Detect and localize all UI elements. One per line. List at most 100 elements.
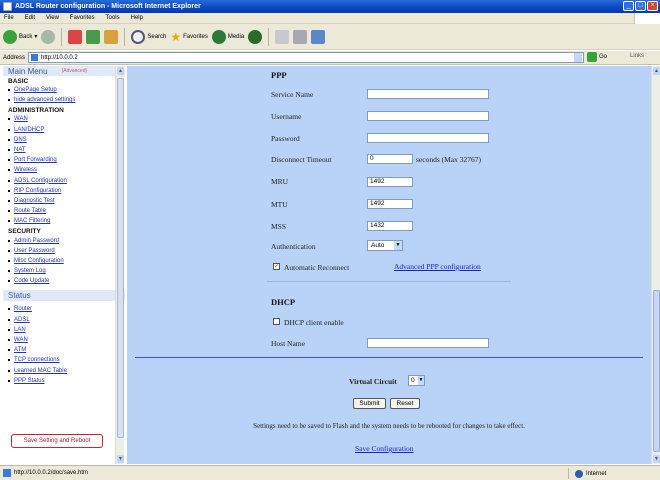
sidebar-item-route-table[interactable]: Route Table	[14, 208, 46, 214]
sidebar-item-lan-dhcp[interactable]: LAN/DHCP	[14, 127, 44, 133]
main-menu-title: Main Menu	[8, 66, 48, 76]
dhcp-header: DHCP	[271, 297, 296, 307]
mail-icon[interactable]	[275, 29, 290, 44]
edit-icon[interactable]	[311, 29, 326, 44]
back-button[interactable]: Back ▾	[3, 29, 37, 44]
links-button[interactable]: Links	[630, 53, 644, 59]
media-button[interactable]: Media	[211, 29, 244, 44]
sidebar-item: Route Table	[8, 206, 125, 216]
close-button[interactable]: ×	[647, 1, 658, 11]
password-input[interactable]	[367, 133, 489, 143]
sidebar-item-atm[interactable]: ATM	[14, 347, 26, 353]
sidebar-scrollbar[interactable]: ▲ ▼	[115, 66, 124, 464]
disconnect-timeout-label: Disconnect Timeout	[271, 155, 332, 164]
bullet-icon	[8, 318, 10, 321]
dhcp-client-checkbox[interactable]	[273, 318, 280, 325]
save-and-reboot-button[interactable]: Save Setting and Reboot	[11, 434, 103, 448]
scroll-down-icon[interactable]: ▼	[653, 455, 660, 463]
address-input[interactable]: http://10.0.0.2	[28, 52, 584, 63]
toolbar-separator	[268, 27, 270, 46]
sidebar-item-code-update[interactable]: Code Update	[14, 278, 49, 284]
authentication-select[interactable]: Auto ▼	[367, 240, 403, 251]
basic-list: OnePage Setup hide advanced settings	[3, 85, 125, 105]
scroll-up-icon[interactable]: ▲	[653, 67, 660, 75]
forward-arrow-icon[interactable]	[41, 29, 56, 44]
mtu-input[interactable]: 1492	[367, 199, 413, 209]
sidebar-item-tcp-connections[interactable]: TCP connections	[14, 357, 60, 363]
bullet-icon	[8, 328, 10, 331]
search-button[interactable]: Search	[131, 29, 166, 44]
sidebar-item-admin-password[interactable]: Admin Password	[14, 238, 59, 244]
host-name-input[interactable]	[367, 338, 489, 348]
sidebar-item-diagnostic-test[interactable]: Diagnostic Test	[14, 198, 55, 204]
auto-reconnect-checkbox[interactable]: ✓	[273, 263, 280, 270]
search-icon	[131, 29, 146, 44]
windows-logo-icon	[634, 13, 660, 24]
mss-input[interactable]: 1432	[367, 221, 413, 231]
sidebar-item-misc-configuration[interactable]: Misc Configuration	[14, 258, 64, 264]
sidebar-item: Misc Configuration	[8, 256, 125, 266]
stop-icon[interactable]	[68, 29, 83, 44]
disconnect-timeout-input[interactable]: 0	[367, 154, 413, 164]
sidebar-item-adsl-configuration[interactable]: ADSL Configuration	[14, 178, 67, 184]
minimize-button[interactable]: _	[623, 1, 634, 11]
sidebar-item-learned-mac-table[interactable]: Learned MAC Table	[14, 368, 67, 374]
history-icon[interactable]	[248, 29, 263, 44]
mru-input[interactable]: 1492	[367, 177, 413, 187]
maximize-button[interactable]: □	[635, 1, 646, 11]
chevron-down-icon: ▼	[394, 241, 402, 250]
sidebar-item-port-forwarding[interactable]: Port Forwarding	[14, 157, 57, 163]
home-icon[interactable]	[104, 29, 119, 44]
sidebar-item-rip-configuration[interactable]: RIP Configuration	[14, 188, 61, 194]
bullet-icon	[8, 179, 10, 182]
menu-help[interactable]: Help	[131, 15, 143, 21]
favorites-button[interactable]: ★ Favorites	[170, 30, 207, 44]
menu-tools[interactable]: Tools	[106, 15, 120, 21]
scroll-thumb[interactable]	[653, 290, 660, 452]
sidebar-item-onepage-setup[interactable]: OnePage Setup	[14, 87, 57, 93]
reset-button[interactable]: Reset	[390, 398, 420, 409]
print-icon[interactable]	[293, 29, 308, 44]
sidebar-item-ppp-status[interactable]: PPP Status	[14, 378, 45, 384]
chevron-down-icon[interactable]	[574, 53, 582, 62]
menu-file[interactable]: File	[4, 15, 14, 21]
virtual-circuit-label: Virtual Circuit	[349, 377, 397, 386]
page-icon	[31, 54, 38, 61]
save-configuration-link[interactable]: Save Configuration	[355, 444, 414, 453]
menu-favorites[interactable]: Favorites	[70, 15, 95, 21]
sidebar-item-router[interactable]: Router	[14, 306, 32, 312]
bullet-icon	[8, 199, 10, 202]
sidebar-item: Port Forwarding	[8, 155, 125, 165]
scroll-thumb[interactable]	[117, 78, 124, 438]
scroll-down-icon[interactable]: ▼	[117, 455, 124, 463]
sidebar-item-dns[interactable]: DNS	[14, 137, 27, 143]
sidebar-item-wireless[interactable]: Wireless	[14, 167, 37, 173]
sidebar-item-mac-filtering[interactable]: MAC Filtering	[14, 218, 50, 224]
sidebar-item-adsl[interactable]: ADSL	[14, 317, 30, 323]
scroll-up-icon[interactable]: ▲	[117, 67, 124, 75]
sidebar-item-hide-advanced[interactable]: hide advanced settings	[14, 97, 75, 103]
sidebar-item: DNS	[8, 135, 125, 145]
service-name-input[interactable]	[367, 89, 489, 99]
virtual-circuit-select[interactable]: 0 ▼	[408, 375, 425, 386]
sidebar-item-user-password[interactable]: User Password	[14, 248, 55, 254]
submit-button[interactable]: Submit	[353, 398, 386, 409]
go-button[interactable]: Go	[587, 52, 607, 62]
sidebar-item-system-log[interactable]: System Log	[14, 268, 46, 274]
sidebar-item: ATM	[8, 345, 125, 355]
sidebar-item: OnePage Setup	[8, 85, 125, 95]
menu-view[interactable]: View	[46, 15, 59, 21]
username-input[interactable]	[367, 111, 489, 121]
bullet-icon	[8, 138, 10, 141]
refresh-icon[interactable]	[86, 29, 101, 44]
menu-edit[interactable]: Edit	[25, 15, 35, 21]
sidebar-item: hide advanced settings	[8, 95, 125, 105]
sidebar-item-status-wan[interactable]: WAN	[14, 337, 28, 343]
ppp-header: PPP	[271, 70, 287, 80]
sidebar-item-nat[interactable]: NAT	[14, 147, 26, 153]
sidebar-item-lan[interactable]: LAN	[14, 327, 26, 333]
sidebar-item-wan[interactable]: WAN	[14, 116, 28, 122]
status-url: http://10.0.0.2/doc/save.htm	[14, 470, 89, 476]
advanced-ppp-link[interactable]: Advanced PPP configuration	[394, 262, 481, 271]
main-scrollbar[interactable]: ▲ ▼	[651, 66, 660, 464]
